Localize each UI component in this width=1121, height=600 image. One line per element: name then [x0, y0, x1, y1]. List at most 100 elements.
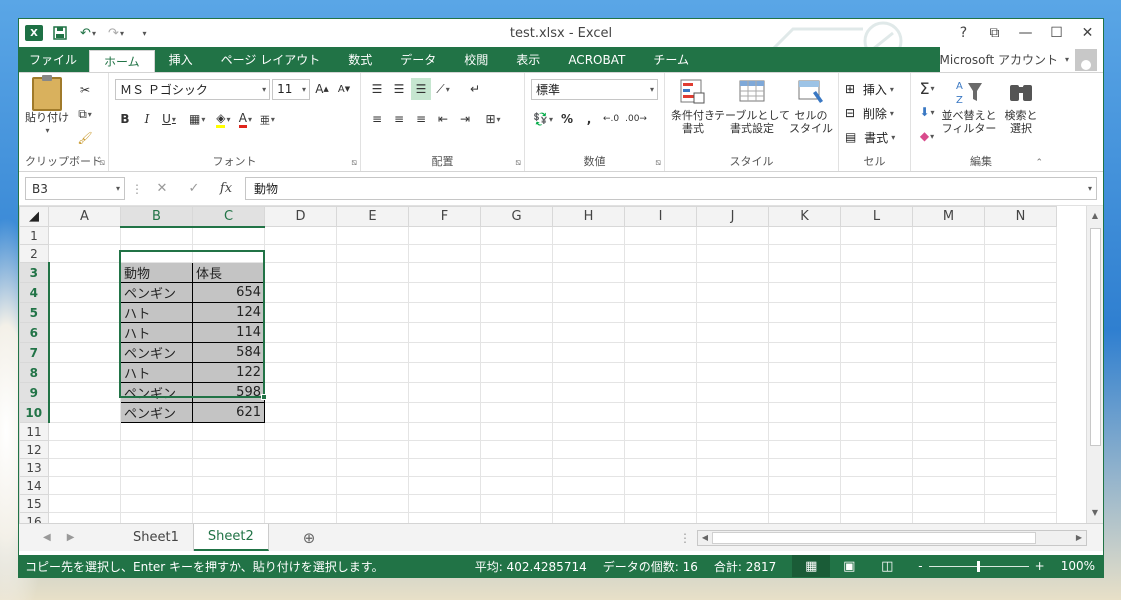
- cell[interactable]: [264, 422, 337, 441]
- cell[interactable]: [336, 342, 409, 363]
- cell[interactable]: [552, 362, 625, 383]
- cell[interactable]: [192, 476, 265, 495]
- copy-icon[interactable]: ⧉ ▾: [75, 103, 95, 125]
- cell[interactable]: [480, 322, 553, 343]
- column-header[interactable]: C: [192, 206, 265, 228]
- row-header[interactable]: 4: [19, 282, 50, 303]
- cell[interactable]: [768, 440, 841, 459]
- cell[interactable]: [48, 382, 121, 403]
- clear-icon[interactable]: ◆ ▾: [917, 125, 937, 147]
- close-icon[interactable]: ✕: [1072, 25, 1103, 41]
- cell[interactable]: [480, 282, 553, 303]
- cell[interactable]: [552, 440, 625, 459]
- sheet-prev-icon[interactable]: ◀: [43, 532, 51, 543]
- wrap-text-icon[interactable]: ↵: [465, 78, 485, 100]
- collapse-ribbon-icon[interactable]: ⌃: [1035, 158, 1043, 168]
- cell[interactable]: [696, 458, 769, 477]
- bold-button[interactable]: B: [115, 108, 135, 130]
- sheet-next-icon[interactable]: ▶: [67, 532, 75, 543]
- cell[interactable]: [696, 402, 769, 423]
- cell[interactable]: [264, 226, 337, 245]
- cell[interactable]: [48, 494, 121, 513]
- dialog-launcher-icon[interactable]: ⧅: [655, 158, 661, 168]
- cell[interactable]: [336, 512, 409, 523]
- scroll-left-icon[interactable]: ◀: [698, 533, 712, 542]
- cell[interactable]: [336, 422, 409, 441]
- cancel-icon[interactable]: ✕: [149, 181, 175, 196]
- tab-file[interactable]: ファイル: [19, 47, 90, 72]
- cell[interactable]: [336, 476, 409, 495]
- cell-B9[interactable]: ペンギン: [120, 382, 193, 403]
- cell[interactable]: [408, 226, 481, 245]
- cell[interactable]: [264, 382, 337, 403]
- align-top-icon[interactable]: ☰: [367, 78, 387, 100]
- tab-acrobat[interactable]: ACROBAT: [554, 47, 639, 72]
- cell[interactable]: [48, 512, 121, 523]
- cell[interactable]: [984, 476, 1057, 495]
- cell[interactable]: [192, 458, 265, 477]
- tab-page-layout[interactable]: ページ レイアウト: [207, 47, 335, 72]
- cell[interactable]: [984, 402, 1057, 423]
- cell[interactable]: [192, 226, 265, 245]
- cell[interactable]: [120, 422, 193, 441]
- cell[interactable]: [984, 244, 1057, 263]
- cell[interactable]: [840, 476, 913, 495]
- cell[interactable]: [912, 440, 985, 459]
- cell[interactable]: [192, 244, 265, 263]
- row-header[interactable]: 11: [19, 422, 49, 441]
- cell[interactable]: [48, 302, 121, 323]
- cell-C9[interactable]: 598: [192, 382, 265, 403]
- cell[interactable]: [480, 342, 553, 363]
- zoom-in-button[interactable]: +: [1035, 559, 1045, 573]
- cell[interactable]: [912, 322, 985, 343]
- cell[interactable]: [984, 226, 1057, 245]
- cell[interactable]: [840, 226, 913, 245]
- cell[interactable]: [912, 282, 985, 303]
- sheet-tab-sheet2[interactable]: Sheet2: [193, 524, 269, 551]
- cell[interactable]: [552, 402, 625, 423]
- comma-button[interactable]: ,: [579, 108, 599, 130]
- cell[interactable]: [624, 322, 697, 343]
- cell[interactable]: [840, 262, 913, 283]
- cell[interactable]: [120, 512, 193, 523]
- cell[interactable]: [120, 226, 193, 245]
- decrease-decimal-icon[interactable]: .00→: [623, 108, 649, 130]
- insert-function-icon[interactable]: fx: [213, 181, 239, 196]
- italic-button[interactable]: I: [137, 108, 157, 130]
- cell-grid[interactable]: ◢ A B C D E F G H I J K L M N 1 2 3 動物 体…: [19, 206, 1057, 523]
- page-break-view-icon[interactable]: ◫: [868, 555, 906, 577]
- cell[interactable]: [408, 244, 481, 263]
- row-header[interactable]: 10: [19, 402, 50, 423]
- cell[interactable]: [480, 262, 553, 283]
- cell-C4[interactable]: 654: [192, 282, 265, 303]
- horizontal-scrollbar[interactable]: ◀ ▶: [697, 529, 1087, 546]
- row-header[interactable]: 5: [19, 302, 50, 323]
- dialog-launcher-icon[interactable]: ⧅: [351, 158, 357, 168]
- cell[interactable]: [912, 244, 985, 263]
- font-color-icon[interactable]: A ▾: [235, 108, 255, 130]
- cell[interactable]: [768, 422, 841, 441]
- cell[interactable]: [264, 440, 337, 459]
- cell[interactable]: [768, 476, 841, 495]
- column-header[interactable]: A: [48, 206, 121, 227]
- cell[interactable]: [408, 262, 481, 283]
- cell[interactable]: [768, 342, 841, 363]
- cell[interactable]: [912, 512, 985, 523]
- align-left-icon[interactable]: ≡: [367, 108, 387, 130]
- row-header[interactable]: 12: [19, 440, 49, 459]
- grow-font-button[interactable]: A ▲: [312, 78, 332, 100]
- cell[interactable]: [336, 458, 409, 477]
- increase-decimal-icon[interactable]: ←.0: [601, 108, 621, 130]
- cell[interactable]: [48, 322, 121, 343]
- cell-B4[interactable]: ペンギン: [120, 282, 193, 303]
- cell[interactable]: [840, 342, 913, 363]
- cell[interactable]: [264, 362, 337, 383]
- zoom-level[interactable]: 100%: [1061, 559, 1095, 573]
- cell[interactable]: [552, 342, 625, 363]
- account-link[interactable]: Microsoft アカウント: [940, 51, 1058, 68]
- format-painter-icon[interactable]: 🖌: [75, 127, 95, 149]
- cell[interactable]: [408, 512, 481, 523]
- cell[interactable]: [408, 342, 481, 363]
- cell-B10[interactable]: ペンギン: [120, 402, 193, 423]
- cell[interactable]: [336, 322, 409, 343]
